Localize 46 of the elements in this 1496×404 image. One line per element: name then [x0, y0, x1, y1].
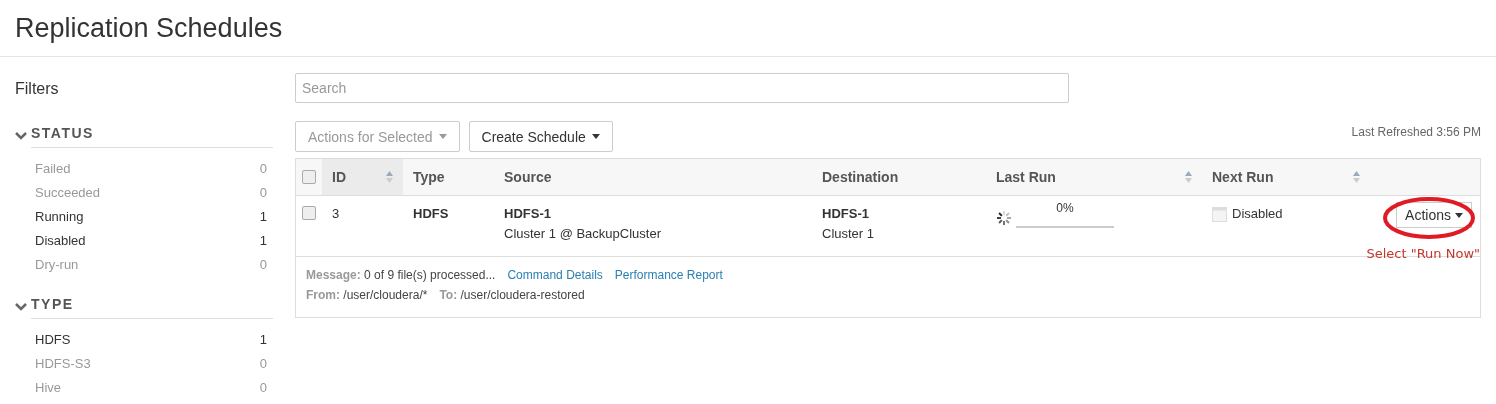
filter-count: 0	[259, 379, 267, 395]
filter-count: 1	[259, 232, 267, 248]
column-header[interactable]: Destination	[812, 159, 986, 196]
filter-count: 0	[259, 160, 267, 176]
caret-icon	[438, 134, 447, 139]
next-run-status: Disabled	[1232, 205, 1283, 223]
link[interactable]: Performance Report	[614, 265, 723, 285]
filter-group-header[interactable]: STATUS	[31, 123, 273, 148]
from-path: From: /user/cloudera/*	[306, 287, 428, 304]
dropdown-button[interactable]: Create Schedule	[468, 121, 613, 152]
spinner-icon	[996, 210, 1012, 226]
source-name: HDFS-1	[504, 205, 552, 223]
source-cluster: Cluster 1 @ BackupCluster	[504, 225, 662, 243]
filter-item[interactable]: HDFS	[35, 331, 71, 347]
link[interactable]: Command Details	[507, 265, 603, 285]
annotation-text: Select "Run Now"	[1366, 246, 1480, 261]
filter-item[interactable]: Disabled	[35, 232, 86, 248]
to-path: To: /user/cloudera-restored	[439, 287, 585, 304]
actions-button[interactable]: Actions	[1396, 202, 1472, 228]
destination-name: HDFS-1	[822, 205, 870, 223]
column-header[interactable]: ID	[322, 159, 403, 196]
column-header[interactable]: Source	[494, 159, 812, 196]
caret-icon	[591, 134, 600, 139]
table-cell-text: HDFS	[413, 205, 450, 223]
filter-item[interactable]: Running	[35, 208, 84, 224]
page-title: Replication Schedules	[15, 12, 283, 44]
filter-count: 0	[259, 256, 267, 272]
column-header[interactable]: Type	[403, 159, 494, 196]
column-header[interactable]: Last Run	[986, 159, 1202, 196]
checkbox[interactable]	[302, 170, 316, 184]
progress-reading: 0%	[1055, 200, 1075, 217]
destination-cluster: Cluster 1	[822, 225, 876, 243]
caret-icon	[1455, 212, 1463, 218]
calendar-icon	[1212, 206, 1227, 222]
filters-title: Filters	[15, 80, 60, 98]
column-header[interactable]: Next Run	[1202, 159, 1370, 196]
search-field[interactable]: Search	[295, 73, 1069, 103]
last-refreshed: Last Refreshed 3:56 PM	[1351, 125, 1481, 139]
filter-count: 0	[259, 355, 267, 371]
filter-group-header[interactable]: TYPE	[31, 294, 273, 319]
filter-count: 1	[259, 208, 267, 224]
filter-count: 1	[259, 331, 267, 347]
checkbox[interactable]	[302, 206, 316, 220]
table-cell-text: 3	[332, 205, 341, 223]
filter-count: 0	[259, 184, 267, 200]
message-text: Message: 0 of 9 file(s) processed...	[306, 267, 496, 284]
